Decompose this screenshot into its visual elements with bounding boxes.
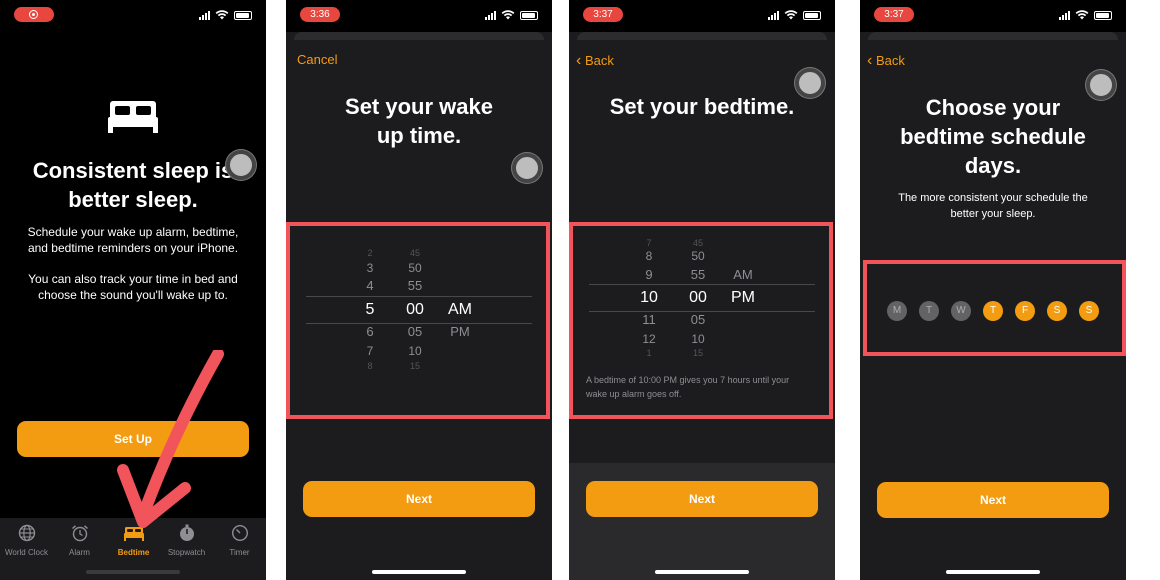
welcome-screen: Consistent sleep is better sleep. Schedu… (0, 0, 266, 580)
cellular-signal-icon (1059, 10, 1070, 20)
selected-period: AM (448, 301, 472, 318)
back-button[interactable]: ‹ Back (576, 52, 614, 70)
status-bar (0, 0, 266, 32)
wifi-icon (784, 10, 798, 20)
status-bar: 3:36 (286, 0, 552, 32)
cellular-signal-icon (768, 10, 779, 20)
next-button[interactable]: Next (303, 481, 535, 517)
page-title: Choose your bedtime schedule days. (900, 95, 1086, 178)
touch-indicator (795, 68, 825, 98)
battery-icon (803, 10, 821, 20)
battery-icon (1094, 10, 1112, 20)
page-subtitle: The more consistent your schedule the be… (898, 192, 1088, 220)
wifi-icon (1075, 10, 1089, 20)
touch-indicator (512, 153, 542, 183)
cellular-signal-icon (485, 10, 496, 20)
page-title: Set your bedtime. (609, 94, 795, 119)
bedtime-screen: 3:37 ‹ Back Set your bedtime. 7 8 9 10 1… (569, 0, 835, 580)
battery-icon (520, 10, 538, 20)
status-time: 3:37 (874, 7, 914, 22)
cancel-button[interactable]: Cancel (297, 52, 337, 67)
status-bar: 3:37 (860, 0, 1126, 32)
day-friday[interactable]: F (1015, 301, 1035, 321)
home-indicator (86, 570, 180, 574)
chevron-left-icon: ‹ (576, 52, 582, 69)
day-tuesday[interactable]: T (919, 301, 939, 321)
globe-icon (18, 524, 35, 542)
battery-icon (234, 10, 252, 20)
day-thursday[interactable]: T (983, 301, 1003, 321)
schedule-days-screen: 3:37 ‹ Back Choose your bedtime schedule… (860, 0, 1126, 580)
home-indicator (655, 570, 749, 574)
cellular-signal-icon (199, 10, 210, 20)
status-bar: 3:37 (569, 0, 835, 32)
bedtime-picker[interactable]: 7 8 9 10 11 12 1 45 50 55 00 05 10 15 AM… (569, 232, 835, 362)
status-time: 3:37 (583, 7, 623, 22)
day-monday[interactable]: M (887, 301, 907, 321)
home-indicator (946, 570, 1040, 574)
selected-hour: 5 (365, 301, 375, 318)
wifi-icon (215, 10, 229, 20)
alarm-clock-icon (71, 525, 88, 542)
touch-indicator (226, 150, 256, 180)
chevron-left-icon: ‹ (867, 52, 873, 69)
record-icon (29, 10, 38, 19)
home-indicator (372, 570, 466, 574)
wake-up-time-screen: 3:36 Cancel Set your wake up time. 2 3 4… (286, 0, 552, 580)
next-button[interactable]: Next (586, 481, 818, 517)
bed-icon (108, 101, 158, 133)
status-time: 3:36 (300, 7, 340, 22)
back-button[interactable]: ‹ Back (867, 52, 905, 70)
day-sunday[interactable]: S (1079, 301, 1099, 321)
wake-time-picker[interactable]: 2 3 4 5 6 7 8 45 50 55 00 05 10 15 AM PM (286, 240, 552, 380)
day-wednesday[interactable]: W (951, 301, 971, 321)
selected-hour: 10 (640, 289, 658, 306)
tab-world-clock[interactable]: World Clock (0, 524, 53, 557)
next-button[interactable]: Next (877, 482, 1109, 518)
welcome-description: Schedule your wake up alarm, bedtime, an… (27, 225, 239, 255)
page-title: Set your wake up time. (345, 94, 493, 148)
day-saturday[interactable]: S (1047, 301, 1067, 321)
selected-minute: 00 (689, 289, 707, 306)
welcome-tracking-note: You can also track your time in bed and … (28, 272, 238, 302)
tab-alarm[interactable]: Alarm (53, 524, 106, 557)
selected-period: PM (731, 289, 755, 306)
selected-minute: 00 (406, 301, 424, 318)
bedtime-footnote: A bedtime of 10:00 PM gives you 7 hours … (586, 375, 790, 399)
pointer-arrow-annotation (117, 350, 224, 528)
screen-recording-indicator (14, 7, 54, 22)
timer-icon (231, 524, 248, 542)
wifi-icon (501, 10, 515, 20)
